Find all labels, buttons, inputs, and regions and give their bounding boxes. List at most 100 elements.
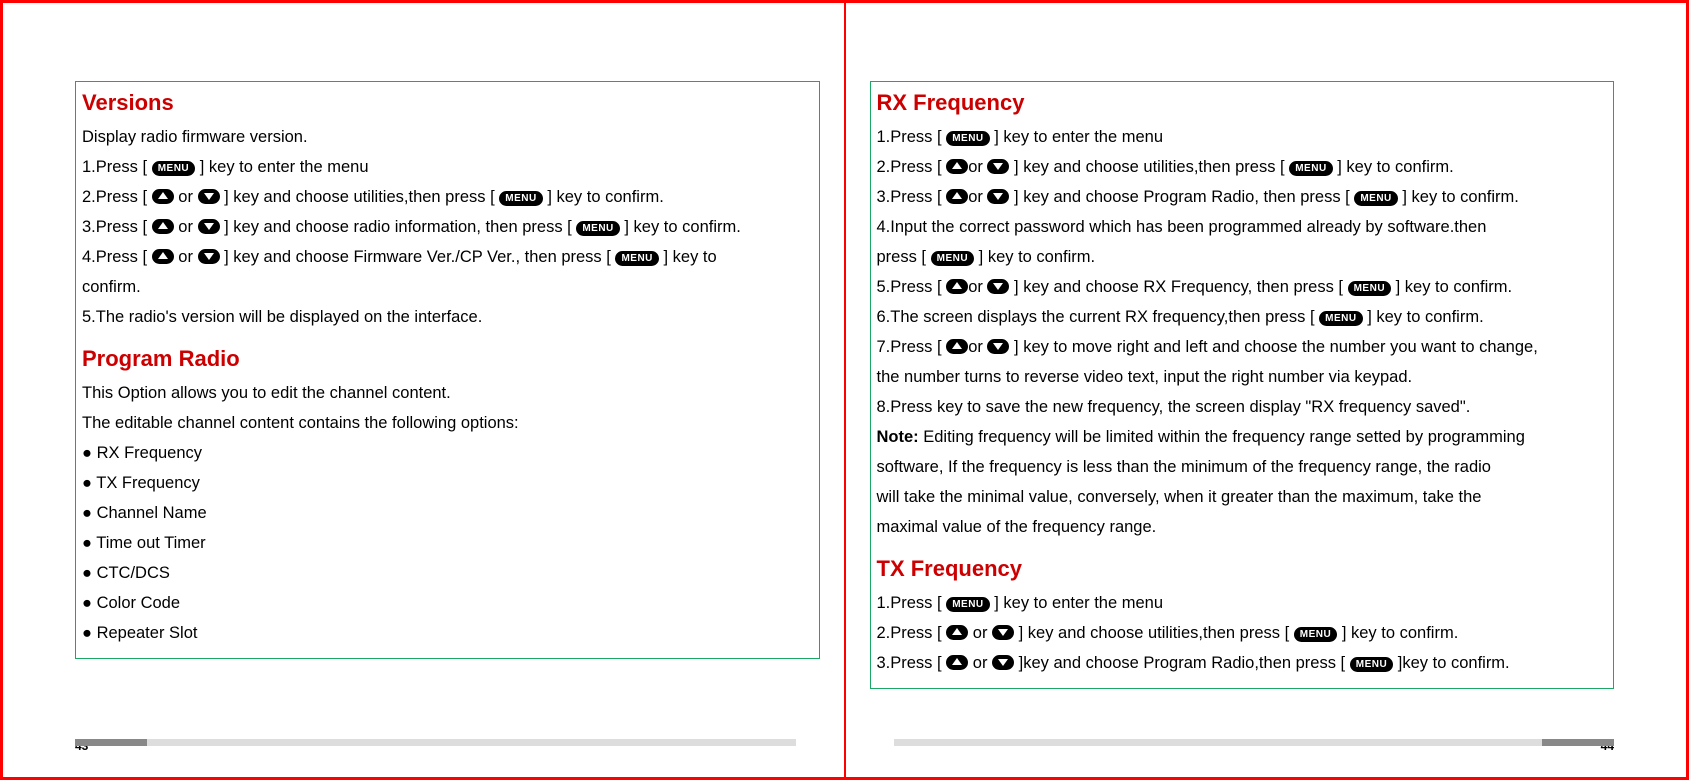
text: or	[174, 248, 198, 266]
menu-key-icon: MENU	[152, 161, 195, 176]
up-arrow-icon	[946, 189, 968, 204]
down-arrow-icon	[198, 249, 220, 264]
rx-step-6: 6.The screen displays the current RX fre…	[877, 302, 1608, 332]
rx-step-4a: 4.Input the correct password which has b…	[877, 212, 1608, 242]
footer-bar-left	[75, 739, 796, 751]
down-arrow-icon	[992, 655, 1014, 670]
spacer	[82, 332, 813, 342]
program-radio-title: Program Radio	[82, 346, 813, 372]
down-arrow-icon	[992, 625, 1014, 640]
text: 3.Press [	[877, 188, 947, 206]
menu-key-icon: MENU	[1354, 191, 1397, 206]
versions-step-4b: confirm.	[82, 272, 813, 302]
rx-step-4b: press [ MENU ] key to confirm.	[877, 242, 1608, 272]
text: 2.Press [	[877, 158, 947, 176]
text: or	[968, 624, 992, 642]
text: ] key to enter the menu	[195, 158, 368, 176]
text: or	[968, 338, 987, 356]
down-arrow-icon	[198, 219, 220, 234]
program-intro-2: The editable channel content contains th…	[82, 408, 813, 438]
text: ] key to confirm.	[1363, 308, 1484, 326]
rx-note-3: will take the minimal value, conversely,…	[877, 482, 1608, 512]
text: 4.Press [	[82, 248, 152, 266]
rx-step-7a: 7.Press [ or ] key to move right and lef…	[877, 332, 1608, 362]
versions-title: Versions	[82, 90, 813, 116]
text: 5.Press [	[877, 278, 947, 296]
footer-gradient	[75, 739, 796, 746]
text: 2.Press [	[877, 624, 947, 642]
text: ]key and choose Program Radio,then press…	[1014, 654, 1350, 672]
rx-step-5: 5.Press [ or ] key and choose RX Frequen…	[877, 272, 1608, 302]
versions-step-1: 1.Press [ MENU ] key to enter the menu	[82, 152, 813, 182]
text: ] key and choose RX Frequency, then pres…	[1009, 278, 1347, 296]
text: or	[968, 278, 987, 296]
menu-key-icon: MENU	[499, 191, 542, 206]
text: ] key to confirm.	[1398, 188, 1519, 206]
text: ] key to move right and left and choose …	[1009, 338, 1537, 356]
text: 1.Press [	[877, 128, 947, 146]
text: ] key to enter the menu	[990, 594, 1163, 612]
text: ] key and choose Program Radio, then pre…	[1009, 188, 1354, 206]
text: 1.Press [	[877, 594, 947, 612]
text: 3.Press [	[877, 654, 947, 672]
rx-step-1: 1.Press [ MENU ] key to enter the menu	[877, 122, 1608, 152]
down-arrow-icon	[987, 339, 1009, 354]
versions-step-5: 5.The radio's version will be displayed …	[82, 302, 813, 332]
rx-step-8: 8.Press key to save the new frequency, t…	[877, 392, 1608, 422]
menu-key-icon: MENU	[1289, 161, 1332, 176]
up-arrow-icon	[946, 279, 968, 294]
rx-step-2: 2.Press [ or ] key and choose utilities,…	[877, 152, 1608, 182]
text: or	[968, 654, 992, 672]
tx-step-2: 2.Press [ or ] key and choose utilities,…	[877, 618, 1608, 648]
down-arrow-icon	[198, 189, 220, 204]
footer-bar-right	[894, 739, 1615, 751]
menu-key-icon: MENU	[1319, 311, 1362, 326]
up-arrow-icon	[946, 339, 968, 354]
text: ] key to confirm.	[1337, 624, 1458, 642]
text: ] key and choose utilities,then press [	[1014, 624, 1294, 642]
text: 2.Press [	[82, 188, 152, 206]
menu-key-icon: MENU	[1294, 627, 1337, 642]
up-arrow-icon	[152, 219, 174, 234]
rx-note-1: Note: Editing frequency will be limited …	[877, 422, 1608, 452]
rx-note-4: maximal value of the frequency range.	[877, 512, 1608, 542]
text: ] key to confirm.	[974, 248, 1095, 266]
text: ] key and choose utilities,then press [	[220, 188, 500, 206]
spacer	[877, 542, 1608, 552]
text: ] key to confirm.	[1391, 278, 1512, 296]
up-arrow-icon	[946, 625, 968, 640]
text: or	[174, 188, 198, 206]
text: ] key to confirm.	[620, 218, 741, 236]
text: 7.Press [	[877, 338, 947, 356]
text: Editing frequency will be limited within…	[923, 428, 1525, 446]
text: ]key to confirm.	[1393, 654, 1509, 672]
left-panel: Versions Display radio firmware version.…	[75, 81, 820, 659]
text: or	[174, 218, 198, 236]
up-arrow-icon	[946, 655, 968, 670]
menu-key-icon: MENU	[946, 131, 989, 146]
versions-step-3: 3.Press [ or ] key and choose radio info…	[82, 212, 813, 242]
text: press [	[877, 248, 931, 266]
text: ] key to confirm.	[1333, 158, 1454, 176]
menu-key-icon: MENU	[615, 251, 658, 266]
text: or	[968, 188, 987, 206]
tx-frequency-title: TX Frequency	[877, 556, 1608, 582]
right-page: RX Frequency 1.Press [ MENU ] key to ent…	[845, 2, 1688, 778]
bullet-color-code: Color Code	[82, 588, 813, 618]
versions-step-2: 2.Press [ or ] key and choose utilities,…	[82, 182, 813, 212]
text: ] key to enter the menu	[990, 128, 1163, 146]
note-label: Note:	[877, 428, 924, 446]
menu-key-icon: MENU	[1348, 281, 1391, 296]
text: 6.The screen displays the current RX fre…	[877, 308, 1320, 326]
footer-gradient	[894, 739, 1615, 746]
menu-key-icon: MENU	[946, 597, 989, 612]
menu-key-icon: MENU	[576, 221, 619, 236]
down-arrow-icon	[987, 189, 1009, 204]
bullet-ctc-dcs: CTC/DCS	[82, 558, 813, 588]
up-arrow-icon	[946, 159, 968, 174]
bullet-repeater-slot: Repeater Slot	[82, 618, 813, 648]
text: ] key and choose Firmware Ver./CP Ver., …	[220, 248, 616, 266]
menu-key-icon: MENU	[931, 251, 974, 266]
text: ] key and choose utilities,then press [	[1009, 158, 1289, 176]
up-arrow-icon	[152, 189, 174, 204]
